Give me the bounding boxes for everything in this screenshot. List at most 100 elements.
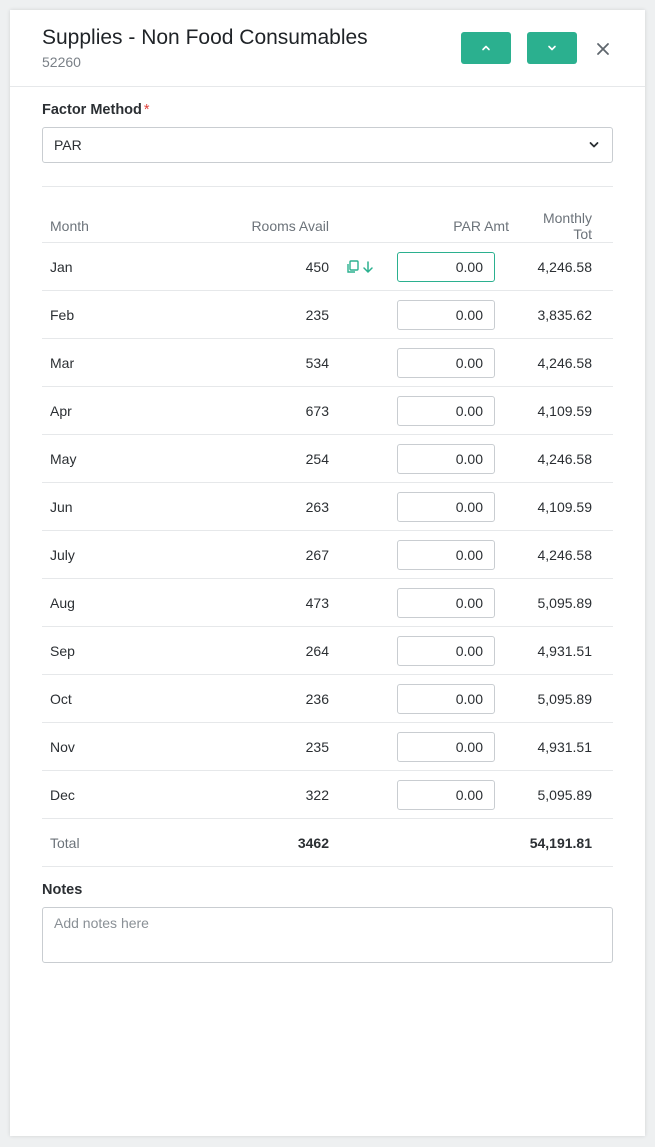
par-amt-cell bbox=[397, 338, 522, 387]
par-amt-input[interactable] bbox=[397, 347, 495, 378]
actions-cell bbox=[341, 482, 397, 531]
monthly-tot-cell: 4,109.59 bbox=[522, 386, 613, 435]
rooms-avail-cell: 235 bbox=[138, 722, 341, 771]
column-header-actions bbox=[341, 209, 397, 243]
table-header-row: Month Rooms Avail PAR Amt Monthly Tot bbox=[42, 209, 613, 243]
detail-panel: Supplies - Non Food Consumables 52260 Fa… bbox=[10, 10, 645, 1136]
month-cell: Dec bbox=[42, 770, 138, 819]
factor-method-value: PAR bbox=[54, 137, 82, 153]
previous-button[interactable] bbox=[461, 32, 511, 64]
factor-method-label-text: Factor Method bbox=[42, 102, 142, 118]
monthly-tot-cell: 5,095.89 bbox=[522, 674, 613, 723]
notes-label: Notes bbox=[42, 882, 83, 898]
par-amt-input[interactable] bbox=[397, 443, 495, 474]
month-cell: Apr bbox=[42, 386, 138, 435]
divider bbox=[42, 186, 613, 187]
month-cell: Nov bbox=[42, 722, 138, 771]
panel-header: Supplies - Non Food Consumables 52260 bbox=[10, 10, 645, 87]
monthly-tot-cell: 4,246.58 bbox=[522, 338, 613, 387]
actions-cell bbox=[341, 242, 397, 291]
par-amt-input[interactable] bbox=[397, 683, 495, 714]
par-table: Month Rooms Avail PAR Amt Monthly Tot Ja… bbox=[42, 209, 613, 867]
monthly-tot-cell: 3,835.62 bbox=[522, 290, 613, 339]
actions-cell bbox=[341, 338, 397, 387]
actions-cell bbox=[341, 578, 397, 627]
total-row: Total 3462 54,191.81 bbox=[42, 818, 613, 867]
close-button[interactable] bbox=[593, 39, 613, 59]
required-marker: * bbox=[143, 102, 150, 118]
actions-cell bbox=[341, 530, 397, 579]
table-row: Mar534 4,246.58 bbox=[42, 338, 613, 387]
par-amt-cell bbox=[397, 482, 522, 531]
par-amt-input[interactable] bbox=[397, 587, 495, 618]
column-header-month: Month bbox=[42, 209, 138, 243]
par-amt-cell bbox=[397, 722, 522, 771]
total-label: Total bbox=[42, 818, 138, 867]
month-cell: Feb bbox=[42, 290, 138, 339]
month-cell: Oct bbox=[42, 674, 138, 723]
par-amt-cell bbox=[397, 674, 522, 723]
next-button[interactable] bbox=[527, 32, 577, 64]
par-amt-input[interactable] bbox=[397, 395, 495, 426]
column-header-rooms-avail: Rooms Avail bbox=[138, 209, 341, 243]
month-cell: Jun bbox=[42, 482, 138, 531]
chevron-up-icon bbox=[482, 45, 490, 51]
par-amt-cell bbox=[397, 530, 522, 579]
par-amt-input[interactable] bbox=[397, 779, 495, 810]
month-cell: Jan bbox=[42, 242, 138, 291]
page-title: Supplies - Non Food Consumables bbox=[42, 26, 368, 49]
par-amt-cell bbox=[397, 434, 522, 483]
row-actions bbox=[341, 259, 397, 274]
rooms-avail-cell: 235 bbox=[138, 290, 341, 339]
par-amt-input[interactable] bbox=[397, 635, 495, 666]
par-amt-input[interactable] bbox=[397, 731, 495, 762]
actions-cell bbox=[341, 674, 397, 723]
actions-cell bbox=[341, 722, 397, 771]
rooms-avail-cell: 254 bbox=[138, 434, 341, 483]
monthly-tot-cell: 4,246.58 bbox=[522, 434, 613, 483]
table-row: Nov235 4,931.51 bbox=[42, 722, 613, 771]
actions-cell bbox=[341, 290, 397, 339]
month-cell: Mar bbox=[42, 338, 138, 387]
par-amt-input[interactable] bbox=[397, 299, 495, 330]
rooms-avail-cell: 264 bbox=[138, 626, 341, 675]
account-code: 52260 bbox=[42, 54, 81, 70]
par-amt-cell bbox=[397, 578, 522, 627]
arrow-down-icon[interactable] bbox=[362, 260, 374, 274]
month-cell: Sep bbox=[42, 626, 138, 675]
par-amt-input[interactable] bbox=[397, 539, 495, 570]
table-row: July267 4,246.58 bbox=[42, 530, 613, 579]
monthly-tot-cell: 5,095.89 bbox=[522, 578, 613, 627]
monthly-tot-cell: 4,109.59 bbox=[522, 482, 613, 531]
table-row: Oct236 5,095.89 bbox=[42, 674, 613, 723]
actions-cell bbox=[341, 386, 397, 435]
table-row: May254 4,246.58 bbox=[42, 434, 613, 483]
actions-cell bbox=[341, 626, 397, 675]
monthly-tot-cell: 4,931.51 bbox=[522, 722, 613, 771]
monthly-tot-cell: 4,931.51 bbox=[522, 626, 613, 675]
chevron-down-icon bbox=[548, 45, 556, 51]
table-row: Apr673 4,109.59 bbox=[42, 386, 613, 435]
table-row: Jun263 4,109.59 bbox=[42, 482, 613, 531]
month-cell: July bbox=[42, 530, 138, 579]
par-amt-input[interactable] bbox=[397, 251, 495, 282]
par-amt-cell bbox=[397, 242, 522, 291]
rooms-avail-cell: 322 bbox=[138, 770, 341, 819]
table-row: Aug473 5,095.89 bbox=[42, 578, 613, 627]
factor-method-select[interactable]: PAR bbox=[42, 127, 613, 163]
par-amt-cell bbox=[397, 626, 522, 675]
rooms-avail-cell: 473 bbox=[138, 578, 341, 627]
rooms-avail-cell: 267 bbox=[138, 530, 341, 579]
par-amt-cell bbox=[397, 386, 522, 435]
table-row: Sep264 4,931.51 bbox=[42, 626, 613, 675]
copy-icon[interactable] bbox=[346, 259, 359, 274]
factor-method-label: Factor Method * bbox=[42, 102, 150, 118]
par-amt-input[interactable] bbox=[397, 491, 495, 522]
par-amt-cell bbox=[397, 770, 522, 819]
rooms-avail-cell: 450 bbox=[138, 242, 341, 291]
notes-input[interactable] bbox=[42, 907, 613, 963]
monthly-tot-cell: 4,246.58 bbox=[522, 242, 613, 291]
month-cell: Aug bbox=[42, 578, 138, 627]
table-row: Feb235 3,835.62 bbox=[42, 290, 613, 339]
monthly-tot-cell: 4,246.58 bbox=[522, 530, 613, 579]
